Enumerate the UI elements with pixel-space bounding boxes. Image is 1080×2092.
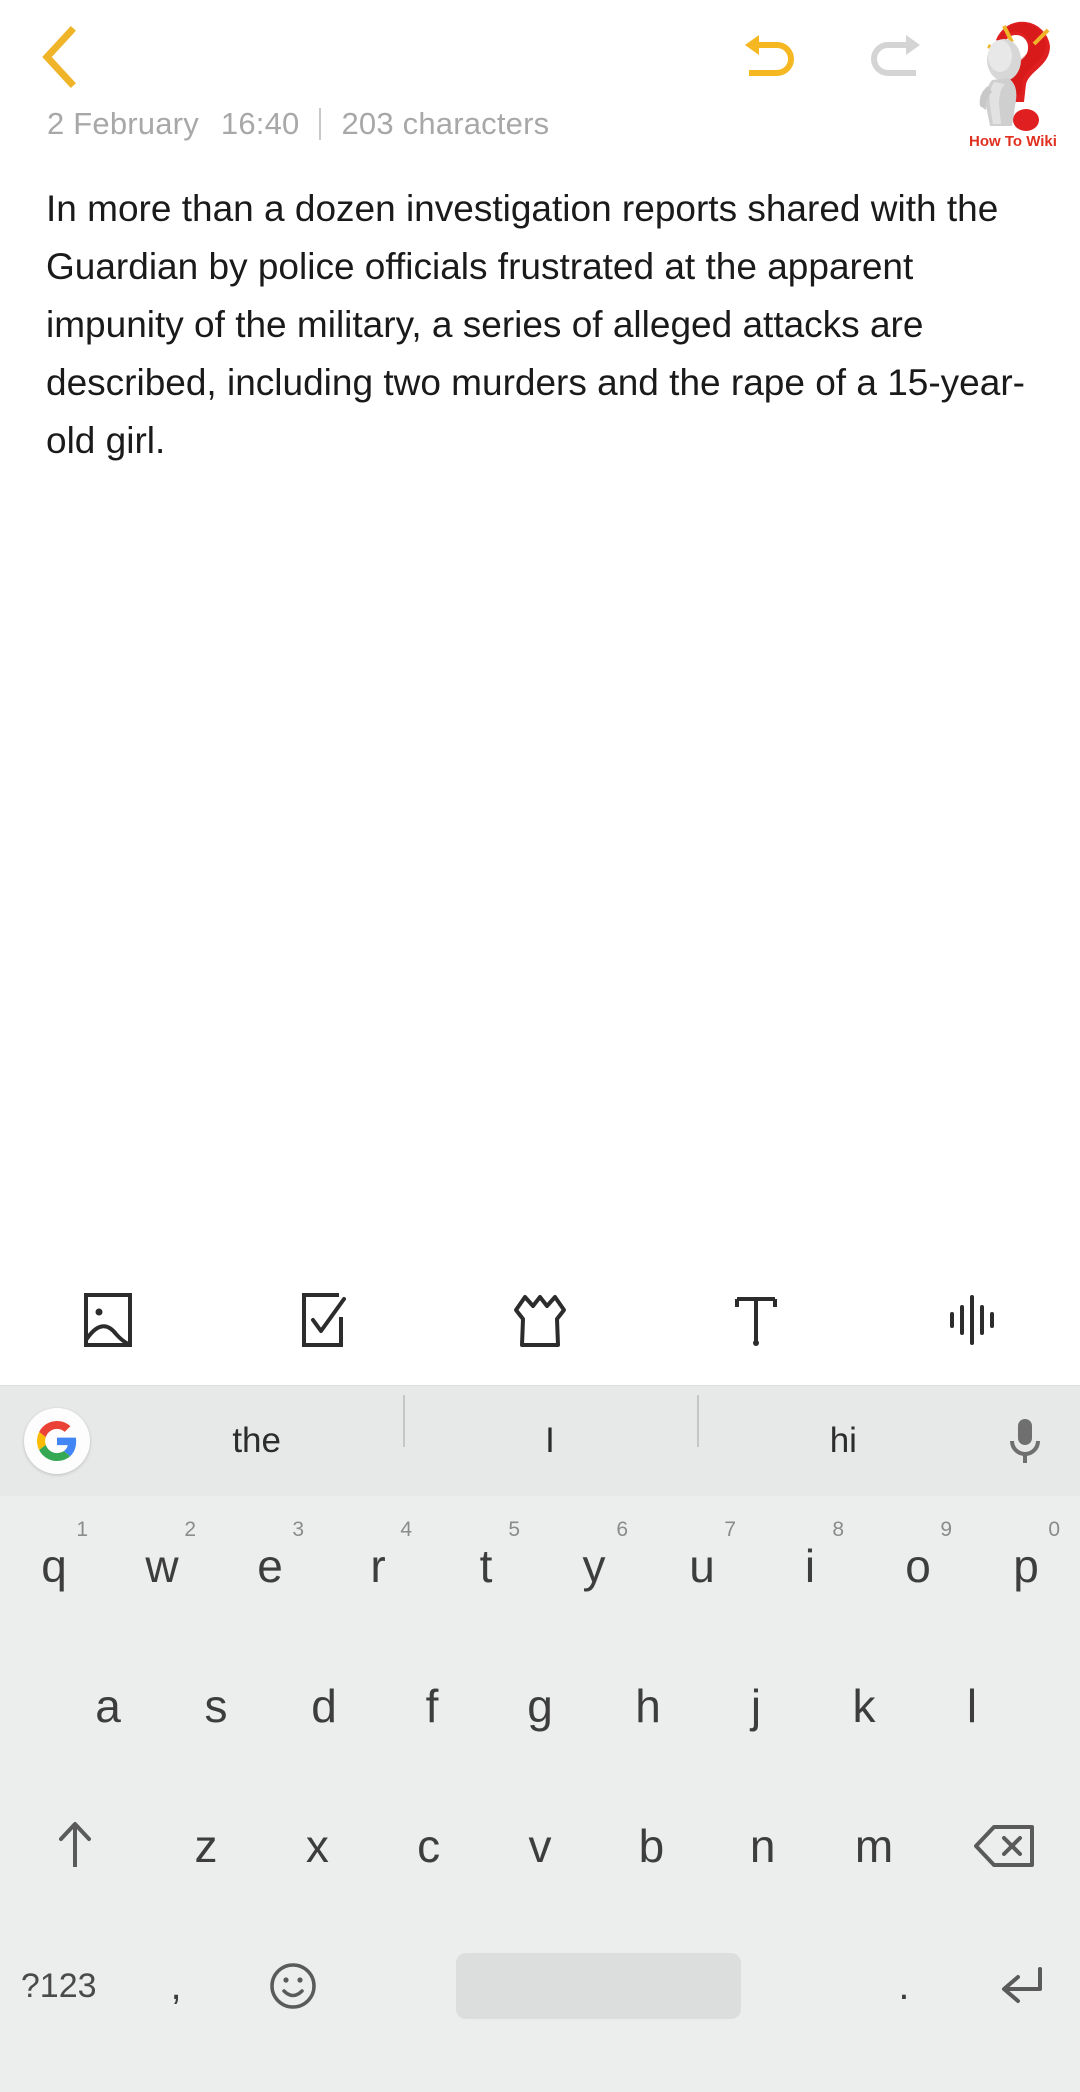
key-p-label: p xyxy=(1013,1540,1039,1592)
backspace-key[interactable] xyxy=(930,1776,1080,1916)
voice-input-button[interactable] xyxy=(992,1408,1058,1474)
suggestion-item-3[interactable]: hi xyxy=(696,1395,990,1461)
suggestion-item-1[interactable]: the xyxy=(110,1421,403,1461)
key-z[interactable]: z xyxy=(150,1776,261,1916)
suggestion-list: the I hi xyxy=(110,1386,990,1496)
spacebar-surface xyxy=(456,1953,742,2019)
insert-checklist-button[interactable] xyxy=(216,1255,432,1385)
key-v[interactable]: v xyxy=(484,1776,595,1916)
key-t-label: t xyxy=(479,1540,493,1592)
period-key[interactable]: . xyxy=(845,1916,962,2056)
image-icon xyxy=(84,1293,132,1347)
undo-button[interactable] xyxy=(730,18,810,96)
back-button[interactable] xyxy=(22,18,100,96)
comma-key[interactable]: , xyxy=(117,1916,234,2056)
key-y-number: 6 xyxy=(616,1518,628,1541)
key-r-label: r xyxy=(370,1540,386,1592)
key-m[interactable]: m xyxy=(818,1776,929,1916)
chevron-left-icon xyxy=(42,26,76,88)
shift-key[interactable] xyxy=(0,1776,150,1916)
key-t-number: 5 xyxy=(508,1518,520,1541)
key-h[interactable]: h xyxy=(594,1636,702,1776)
key-y[interactable]: 6 y xyxy=(540,1496,648,1636)
attachment-toolbar xyxy=(0,1255,1080,1385)
emoji-key[interactable] xyxy=(235,1916,352,2056)
key-e-number: 3 xyxy=(292,1518,304,1541)
key-b[interactable]: b xyxy=(596,1776,707,1916)
key-p[interactable]: 0 p xyxy=(972,1496,1080,1636)
note-time: 16:40 xyxy=(220,106,300,141)
key-i-label: i xyxy=(804,1540,816,1592)
redo-button[interactable] xyxy=(855,18,935,96)
insert-image-button[interactable] xyxy=(0,1255,216,1385)
note-editor-screen: How To Wiki 2 February 16:40 203 charact… xyxy=(0,0,1080,2092)
text-format-icon xyxy=(735,1297,777,1346)
key-e-label: e xyxy=(257,1540,283,1592)
redo-arrow-icon xyxy=(871,35,920,76)
google-g-icon xyxy=(37,1421,77,1461)
key-i-number: 8 xyxy=(832,1518,844,1541)
note-metadata: 2 February 16:40 203 characters xyxy=(47,106,549,142)
key-s[interactable]: s xyxy=(162,1636,270,1776)
drawing-shirt-icon xyxy=(514,1295,566,1347)
suggestion-bar: the I hi xyxy=(0,1386,1080,1496)
key-w-number: 2 xyxy=(184,1518,196,1541)
undo-arrow-icon xyxy=(745,35,794,76)
key-r-number: 4 xyxy=(400,1518,412,1541)
key-y-label: y xyxy=(582,1540,606,1592)
key-i[interactable]: 8 i xyxy=(756,1496,864,1636)
key-w-label: w xyxy=(145,1540,179,1592)
key-n[interactable]: n xyxy=(707,1776,818,1916)
key-u-number: 7 xyxy=(724,1518,736,1541)
symbols-key[interactable]: ?123 xyxy=(0,1916,117,2056)
key-t[interactable]: 5 t xyxy=(432,1496,540,1636)
key-u-label: u xyxy=(689,1540,715,1592)
key-l[interactable]: l xyxy=(918,1636,1026,1776)
keyboard-row-asdf: a s d f g h j k l xyxy=(0,1636,1080,1776)
key-a[interactable]: a xyxy=(54,1636,162,1776)
key-w[interactable]: 2 w xyxy=(108,1496,216,1636)
keyboard-row-bottom: ?123 , . xyxy=(0,1916,1080,2056)
key-o-number: 9 xyxy=(940,1518,952,1541)
on-screen-keyboard: the I hi 1 q 2 w 3 e 4 r 5 t 6 y 7 u 8 i… xyxy=(0,1385,1080,2092)
key-f[interactable]: f xyxy=(378,1636,486,1776)
key-o-label: o xyxy=(905,1540,931,1592)
meta-divider xyxy=(319,108,322,140)
key-q-number: 1 xyxy=(76,1518,88,1541)
key-d[interactable]: d xyxy=(270,1636,378,1776)
voice-recording-button[interactable] xyxy=(864,1255,1080,1385)
key-j[interactable]: j xyxy=(702,1636,810,1776)
insert-drawing-button[interactable] xyxy=(432,1255,648,1385)
key-e[interactable]: 3 e xyxy=(216,1496,324,1636)
note-text-area[interactable]: In more than a dozen investigation repor… xyxy=(46,180,1026,470)
character-count: 203 characters xyxy=(341,106,550,141)
checklist-icon xyxy=(302,1293,346,1347)
key-g[interactable]: g xyxy=(486,1636,594,1776)
watermark-label: How To Wiki xyxy=(969,133,1057,150)
keyboard-row-qwerty: 1 q 2 w 3 e 4 r 5 t 6 y 7 u 8 i 9 o 0 p xyxy=(0,1496,1080,1636)
key-k[interactable]: k xyxy=(810,1636,918,1776)
key-u[interactable]: 7 u xyxy=(648,1496,756,1636)
shift-arrow-icon xyxy=(59,1822,92,1867)
backspace-icon xyxy=(973,1825,1034,1867)
space-key[interactable] xyxy=(352,1916,845,2056)
key-p-number: 0 xyxy=(1048,1518,1060,1541)
microphone-icon xyxy=(1010,1419,1040,1463)
suggestion-item-2[interactable]: I xyxy=(403,1395,696,1461)
emoji-smiley-icon xyxy=(270,1963,317,2009)
google-logo-button[interactable] xyxy=(24,1408,90,1474)
enter-arrow-icon xyxy=(1002,1967,1043,2003)
text-format-button[interactable] xyxy=(648,1255,864,1385)
top-app-bar xyxy=(0,0,1080,108)
key-c[interactable]: c xyxy=(373,1776,484,1916)
key-q-label: q xyxy=(41,1540,67,1592)
key-o[interactable]: 9 o xyxy=(864,1496,972,1636)
keyboard-row-zxcv: z x c v b n m xyxy=(0,1776,1080,1916)
enter-key[interactable] xyxy=(963,1916,1080,2056)
note-date: 2 February xyxy=(47,106,199,141)
voice-waveform-icon xyxy=(950,1295,994,1345)
key-r[interactable]: 4 r xyxy=(324,1496,432,1636)
key-x[interactable]: x xyxy=(262,1776,373,1916)
key-q[interactable]: 1 q xyxy=(0,1496,108,1636)
